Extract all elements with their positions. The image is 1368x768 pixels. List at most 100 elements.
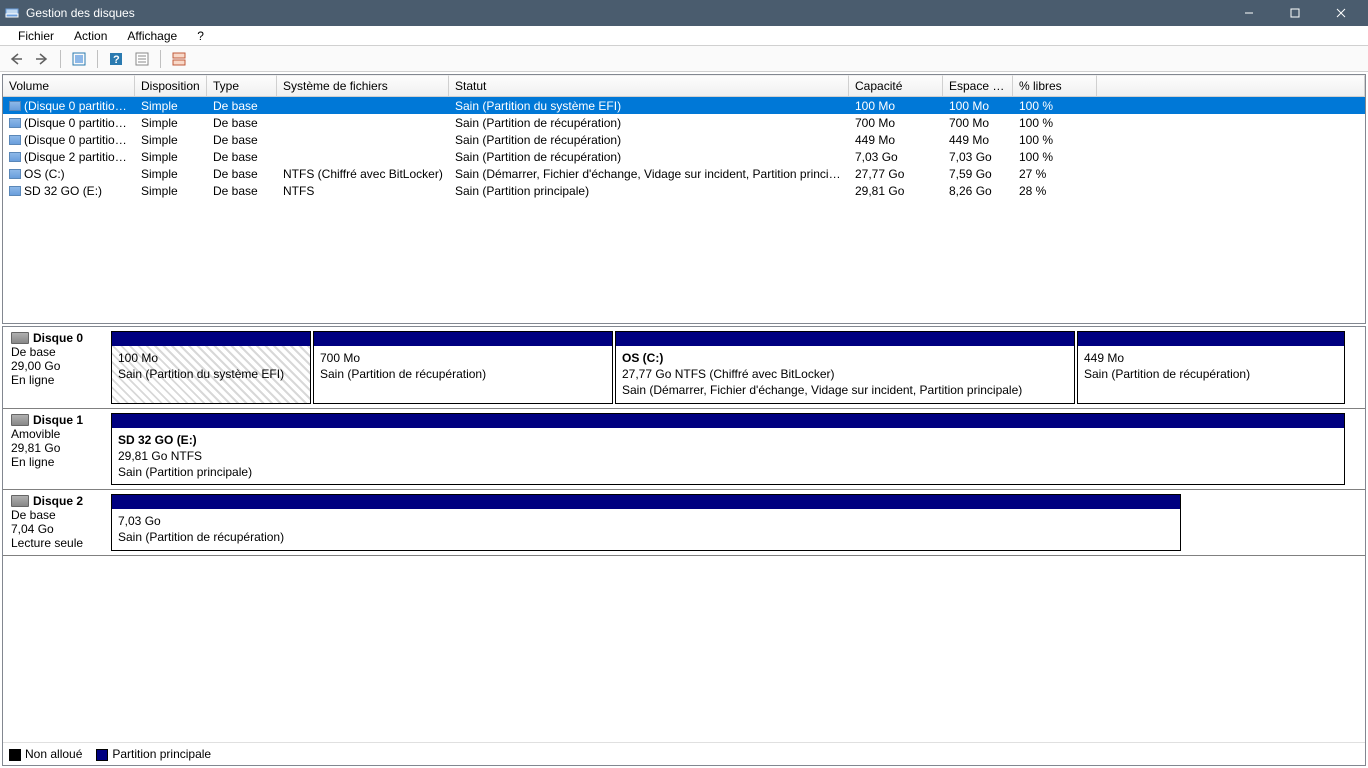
view-button[interactable] <box>167 48 191 70</box>
volume-row[interactable]: (Disque 0 partition...SimpleDe baseSain … <box>3 97 1365 114</box>
menu-view[interactable]: Affichage <box>117 27 187 45</box>
disk-row: Disque 0De base29,00 GoEn ligne100 MoSai… <box>3 327 1365 409</box>
volume-type: De base <box>207 98 277 114</box>
volume-disposition: Simple <box>135 98 207 114</box>
legend: Non alloué Partition principale <box>3 742 1365 765</box>
disk-label[interactable]: Disque 1Amovible29,81 GoEn ligne <box>3 409 111 490</box>
disk-size: 29,00 Go <box>11 359 103 373</box>
volume-free: 7,59 Go <box>943 166 1013 182</box>
menu-action[interactable]: Action <box>64 27 117 45</box>
partition[interactable]: 449 MoSain (Partition de récupération) <box>1077 331 1345 404</box>
volume-row[interactable]: (Disque 0 partition...SimpleDe baseSain … <box>3 131 1365 148</box>
volume-pct: 28 % <box>1013 183 1097 199</box>
titlebar: Gestion des disques <box>0 0 1368 26</box>
volume-icon <box>9 169 21 179</box>
volume-type: De base <box>207 183 277 199</box>
partition[interactable]: 7,03 GoSain (Partition de récupération) <box>111 494 1181 550</box>
volume-row[interactable]: (Disque 0 partition...SimpleDe baseSain … <box>3 114 1365 131</box>
col-filesystem[interactable]: Système de fichiers <box>277 75 449 96</box>
volume-icon <box>9 118 21 128</box>
volume-status: Sain (Partition de récupération) <box>449 115 849 131</box>
col-status[interactable]: Statut <box>449 75 849 96</box>
disk-name: Disque 0 <box>33 331 83 345</box>
disk-label[interactable]: Disque 2De base7,04 GoLecture seule <box>3 490 111 554</box>
partition-stripe <box>314 332 612 346</box>
volume-type: De base <box>207 149 277 165</box>
back-button[interactable] <box>4 48 28 70</box>
partition-stripe <box>616 332 1074 346</box>
partition-size: 27,77 Go NTFS (Chiffré avec BitLocker) <box>622 366 1068 382</box>
volume-capacity: 449 Mo <box>849 132 943 148</box>
partition-size: 700 Mo <box>320 350 606 366</box>
volumes-header: Volume Disposition Type Système de fichi… <box>3 75 1365 97</box>
disk-label[interactable]: Disque 0De base29,00 GoEn ligne <box>3 327 111 408</box>
col-pctfree[interactable]: % libres <box>1013 75 1097 96</box>
disk-size: 29,81 Go <box>11 441 103 455</box>
disk-icon <box>11 414 29 426</box>
volume-pct: 100 % <box>1013 115 1097 131</box>
volume-icon <box>9 101 21 111</box>
volume-type: De base <box>207 132 277 148</box>
partition[interactable]: SD 32 GO (E:)29,81 Go NTFSSain (Partitio… <box>111 413 1345 486</box>
volume-icon <box>9 152 21 162</box>
disk-status: Lecture seule <box>11 536 103 550</box>
partition-status: Sain (Partition principale) <box>118 464 1338 480</box>
volumes-list[interactable]: Volume Disposition Type Système de fichi… <box>2 74 1366 324</box>
volume-row[interactable]: OS (C:)SimpleDe baseNTFS (Chiffré avec B… <box>3 165 1365 182</box>
volume-name: (Disque 0 partition... <box>24 133 131 147</box>
volume-icon <box>9 186 21 196</box>
col-capacity[interactable]: Capacité <box>849 75 943 96</box>
volume-capacity: 100 Mo <box>849 98 943 114</box>
volume-capacity: 7,03 Go <box>849 149 943 165</box>
partition-size: 449 Mo <box>1084 350 1338 366</box>
volume-fs <box>277 139 449 141</box>
volume-name: OS (C:) <box>24 167 65 181</box>
volume-free: 7,03 Go <box>943 149 1013 165</box>
disk-name: Disque 2 <box>33 494 83 508</box>
menu-help[interactable]: ? <box>187 27 214 45</box>
col-volume[interactable]: Volume <box>3 75 135 96</box>
volume-row[interactable]: (Disque 2 partition... SimpleDe base Sain … <box>3 148 1365 165</box>
col-freespace[interactable]: Espace li... <box>943 75 1013 96</box>
volume-disposition: Simple <box>135 132 207 148</box>
volume-disposition: Simple <box>135 183 207 199</box>
volume-status: Sain (Partition de récupération) <box>449 149 849 165</box>
col-disposition[interactable]: Disposition <box>135 75 207 96</box>
menu-file[interactable]: Fichier <box>8 27 64 45</box>
volume-disposition: Simple <box>135 149 207 165</box>
partitions-container: 100 MoSain (Partition du système EFI)700… <box>111 327 1365 408</box>
help-button-toolbar[interactable]: ? <box>104 48 128 70</box>
close-button[interactable] <box>1318 0 1364 26</box>
svg-text:?: ? <box>113 54 120 66</box>
refresh-button[interactable] <box>67 48 91 70</box>
volume-row[interactable]: SD 32 GO (E:)SimpleDe baseNTFSSain (Part… <box>3 182 1365 199</box>
volume-free: 100 Mo <box>943 98 1013 114</box>
minimize-button[interactable] <box>1226 0 1272 26</box>
disk-type: Amovible <box>11 427 103 441</box>
partition[interactable]: 700 MoSain (Partition de récupération) <box>313 331 613 404</box>
partition[interactable]: 100 MoSain (Partition du système EFI) <box>111 331 311 404</box>
partition[interactable]: OS (C:)27,77 Go NTFS (Chiffré avec BitLo… <box>615 331 1075 404</box>
disks-graphical[interactable]: Disque 0De base29,00 GoEn ligne100 MoSai… <box>2 326 1366 766</box>
volume-capacity: 29,81 Go <box>849 183 943 199</box>
volume-fs <box>277 122 449 124</box>
partition-status: Sain (Partition du système EFI) <box>118 366 304 382</box>
volume-fs: NTFS (Chiffré avec BitLocker) <box>277 166 449 182</box>
volume-type: De base <box>207 166 277 182</box>
partition-status: Sain (Démarrer, Fichier d'échange, Vidag… <box>622 382 1068 398</box>
maximize-button[interactable] <box>1272 0 1318 26</box>
partition-title: OS (C:) <box>622 350 1068 366</box>
col-type[interactable]: Type <box>207 75 277 96</box>
volume-free: 8,26 Go <box>943 183 1013 199</box>
legend-primary: Partition principale <box>112 747 211 761</box>
volume-capacity: 700 Mo <box>849 115 943 131</box>
properties-button[interactable] <box>130 48 154 70</box>
forward-button[interactable] <box>30 48 54 70</box>
partitions-container: 7,03 GoSain (Partition de récupération) <box>111 490 1365 554</box>
partition-status: Sain (Partition de récupération) <box>1084 366 1338 382</box>
volume-name: (Disque 0 partition... <box>24 99 131 113</box>
volume-status: Sain (Partition principale) <box>449 183 849 199</box>
volume-name: (Disque 2 partition... <box>24 150 131 164</box>
volume-name: SD 32 GO (E:) <box>24 184 102 198</box>
disk-icon <box>11 332 29 344</box>
